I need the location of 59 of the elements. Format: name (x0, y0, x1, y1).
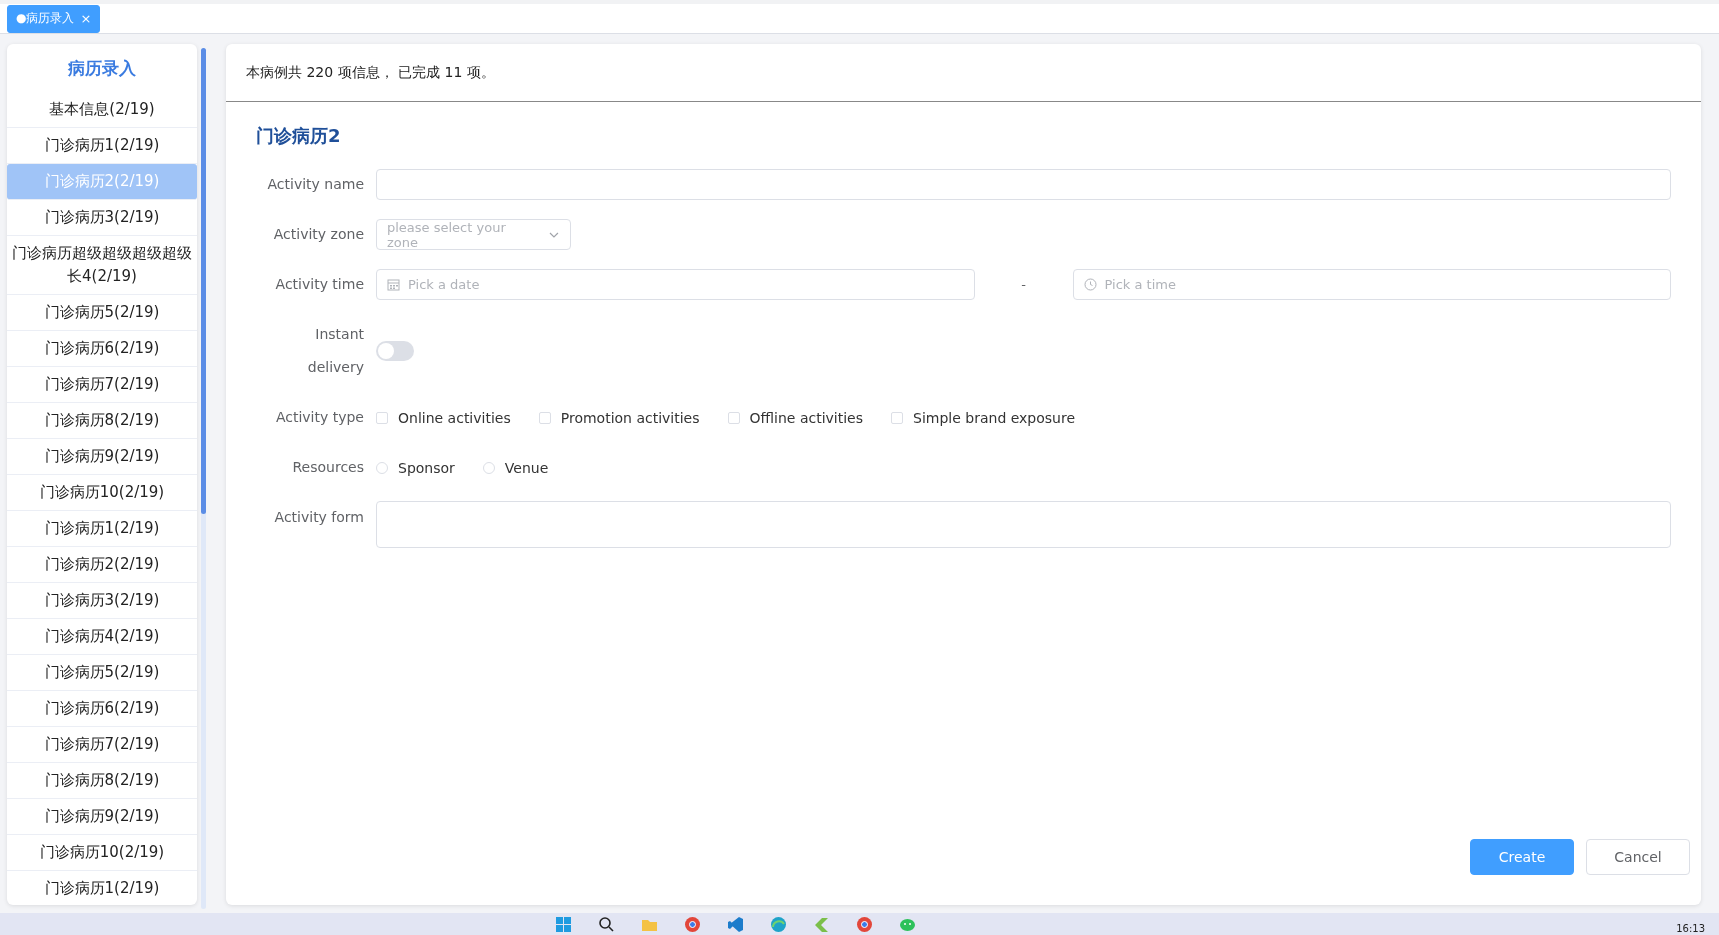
checkbox[interactable] (376, 411, 388, 424)
toggle-switch[interactable] (376, 341, 414, 361)
checkbox-label[interactable]: Online activities (398, 409, 511, 426)
field-label: Activity type (274, 408, 365, 427)
checkbox[interactable] (727, 411, 740, 424)
chevron-icon[interactable] (813, 916, 830, 933)
sidebar-item[interactable]: 门诊病历9(2/19) (7, 799, 197, 835)
field-label: Activity form (273, 508, 365, 527)
sidebar-item[interactable]: 门诊病历7(2/19) (7, 367, 197, 403)
circle-logo-icon[interactable] (684, 916, 701, 933)
clock-text: 16:13 (1676, 923, 1705, 934)
field-label: Activity zone (272, 225, 365, 244)
sidebar-item[interactable]: 基本信息(2/19) (7, 92, 197, 128)
text-area[interactable] (376, 501, 1671, 548)
chat-icon[interactable] (899, 916, 916, 933)
sidebar-title: 病历录入 (68, 56, 136, 80)
sidebar-item[interactable]: 门诊病历7(2/19) (7, 727, 197, 763)
sidebar-item[interactable]: 门诊病历8(2/19) (7, 403, 197, 439)
sidebar-item[interactable]: 门诊病历3(2/19) (7, 200, 197, 236)
range-separator: - (1020, 277, 1027, 292)
radio-label[interactable]: Venue (504, 459, 549, 476)
sidebar-item[interactable]: 门诊病历6(2/19) (7, 331, 197, 367)
scrollbar[interactable] (201, 48, 206, 909)
field-label: Activity name (266, 175, 365, 194)
squares-icon[interactable] (555, 916, 572, 933)
sidebar-item[interactable]: 门诊病历超级超级超级超级长4(2/19) (7, 236, 197, 295)
form-title: 门诊病历2 (256, 124, 341, 148)
radio-button[interactable] (482, 461, 495, 474)
calendar-icon (387, 278, 400, 291)
sidebar-item[interactable]: 门诊病历3(2/19) (7, 583, 197, 619)
sidebar-item[interactable]: 门诊病历9(2/19) (7, 439, 197, 475)
circle-logo-icon[interactable] (856, 916, 873, 933)
globe-icon[interactable] (770, 916, 787, 933)
sidebar-item[interactable]: 门诊病历5(2/19) (7, 295, 197, 331)
sidebar-item[interactable]: 门诊病历5(2/19) (7, 655, 197, 691)
sidebar-item[interactable]: 门诊病历8(2/19) (7, 763, 197, 799)
sidebar-item[interactable]: 门诊病历2(2/19) (7, 547, 197, 583)
checkbox-label[interactable]: Offline activities (749, 409, 864, 426)
input-field[interactable] (376, 169, 1671, 200)
field-label: Resources (291, 458, 365, 477)
summary-text: 本病例共 220 项信息， 已完成 11 项。 (246, 63, 495, 82)
sidebar-item[interactable]: 门诊病历1(2/19) (7, 871, 197, 905)
search-icon[interactable] (598, 916, 615, 933)
radio-button[interactable] (376, 461, 388, 474)
field-label: Instant delivery (306, 325, 365, 377)
sidebar-item[interactable]: 门诊病历10(2/19) (7, 835, 197, 871)
checkbox[interactable] (538, 411, 551, 424)
sidebar-item[interactable]: 门诊病历4(2/19) (7, 619, 197, 655)
clock-icon (1083, 278, 1097, 291)
checkbox[interactable] (891, 411, 904, 424)
checkbox-label[interactable]: Simple brand exposure (913, 409, 1076, 426)
sidebar-item[interactable]: 门诊病历10(2/19) (7, 475, 197, 511)
sidebar-item[interactable]: 门诊病历6(2/19) (7, 691, 197, 727)
ribbon-icon[interactable] (727, 916, 744, 933)
radio-label[interactable]: Sponsor (398, 459, 455, 476)
cancel-button[interactable]: Cancel (1586, 839, 1690, 875)
sidebar-item[interactable]: 门诊病历1(2/19) (7, 511, 197, 547)
field-label: Activity time (274, 275, 365, 294)
checkbox-label[interactable]: Promotion activities (560, 409, 700, 426)
